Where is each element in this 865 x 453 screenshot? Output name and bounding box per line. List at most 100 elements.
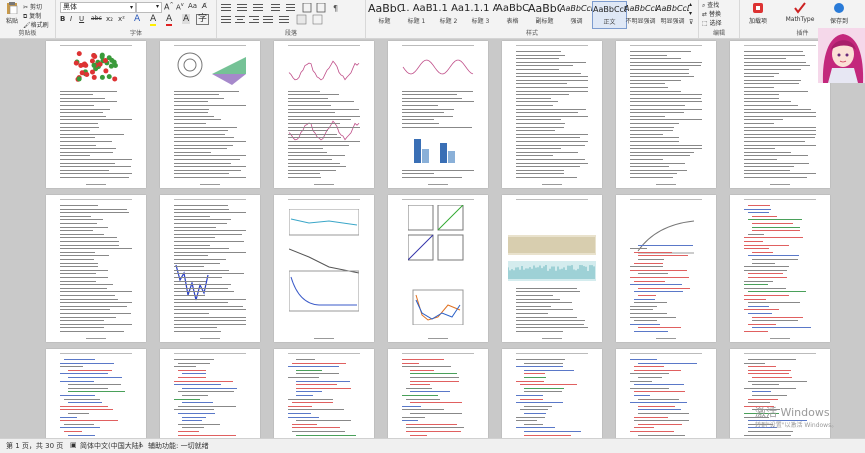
cut-button[interactable]: ✂ 剪切 [23, 2, 42, 11]
style-sample: 1.1 AaB [432, 3, 465, 14]
status-bar: 第 1 页，共 30 页 ▣ 简体中文(中国大陆) ♿ 辅助功能: 一切就绪 [0, 438, 865, 453]
cloud-icon [834, 3, 844, 13]
subscript-button[interactable]: x₂ [106, 15, 113, 23]
addin-loadset-button[interactable]: 加载项 [746, 2, 770, 25]
change-case-button[interactable]: Aa [188, 2, 197, 10]
svg-text:¶: ¶ [333, 4, 338, 13]
style-sample: 1. AaBl [400, 3, 433, 14]
page-thumbnail[interactable] [46, 195, 146, 342]
clear-format-icon[interactable]: A̸ [202, 2, 207, 10]
style-name: 不明显强调 [625, 18, 656, 25]
activate-windows-watermark: 激活 Windows 转到"设置"以激活 Windows。 [755, 404, 837, 429]
document-multipage-view[interactable] [0, 39, 865, 438]
mathtype-label: MathType [785, 16, 815, 23]
style-name: 标题 1 [407, 18, 426, 25]
character-shading-button[interactable]: A [182, 14, 191, 24]
style-tile[interactable]: AaBbCcD 表格 [496, 1, 529, 27]
page-thumbnail[interactable] [730, 41, 830, 188]
style-name: 正文 [603, 19, 616, 26]
highlight-button[interactable]: A [150, 14, 157, 26]
page-thumbnail[interactable] [274, 195, 374, 342]
style-tile[interactable]: 1.1.1 Aa 标题 3 [464, 1, 497, 27]
paragraph-group-label: 段落 [284, 30, 297, 37]
editing-group: ⌕ 查找 ⇄ 替换 ⬚ 选择 编辑 [699, 0, 740, 38]
style-tile[interactable]: AaBbCcD 强调 [560, 1, 593, 27]
styles-scroll-down[interactable]: ▾ [689, 10, 692, 17]
grow-font-button[interactable]: A^ [164, 2, 174, 12]
mathtype-icon [794, 2, 806, 14]
enclose-char-icon[interactable]: 字 [196, 14, 210, 25]
italic-button[interactable]: I [70, 15, 72, 23]
font-size-dropdown[interactable]: ▾ [136, 2, 162, 13]
watermark-line-2: 转到"设置"以激活 Windows。 [755, 422, 838, 429]
page-thumbnail[interactable] [274, 349, 374, 438]
page-thumbnail[interactable] [616, 195, 716, 342]
accessibility-icon[interactable]: ♿ [138, 441, 144, 449]
style-name: 标题 3 [471, 18, 490, 25]
page-thumbnail[interactable] [388, 349, 488, 438]
find-label: 查找 [707, 2, 720, 9]
font-name-value: 黑体 [63, 3, 77, 11]
bold-button[interactable]: B [60, 15, 65, 23]
page-thumbnail[interactable] [388, 195, 488, 342]
mathtype-button[interactable]: MathType [780, 2, 820, 23]
paste-icon [7, 2, 18, 15]
style-name: 强调 [570, 18, 583, 25]
font-color-label: A [166, 14, 173, 26]
styles-scroll-up[interactable]: ▴ [689, 1, 692, 8]
cursor-icon: ⬚ [702, 20, 708, 27]
style-tile[interactable]: AaBbC 标题 [368, 1, 401, 27]
page-thumbnail[interactable] [160, 41, 260, 188]
style-sample: AaBbCcDc [593, 5, 626, 14]
page-thumbnail[interactable] [730, 195, 830, 342]
superscript-button[interactable]: x² [118, 15, 125, 23]
underline-button[interactable]: U [79, 15, 84, 23]
watermark-line-1: 激活 Windows [755, 406, 830, 419]
styles-more[interactable]: ⊽ [689, 19, 693, 26]
accessibility-status[interactable]: 辅助功能: 一切就绪 [148, 441, 209, 451]
addin-label-1: 加载项 [748, 18, 767, 25]
style-tile[interactable]: 1.1 AaB 标题 2 [432, 1, 465, 27]
page-thumbnail[interactable] [388, 41, 488, 188]
page-thumbnail[interactable] [46, 41, 146, 188]
paste-button[interactable]: 粘贴 [3, 2, 21, 25]
paragraph-tools-icons[interactable]: ¶ [221, 3, 361, 25]
page-thumbnail[interactable] [502, 195, 602, 342]
page-thumbnail[interactable] [502, 41, 602, 188]
shrink-font-button[interactable]: Av [176, 2, 184, 11]
clipboard-group: 粘贴 ✂ 剪切 ⧉ 复制 🖌格式刷 剪贴板 [0, 0, 56, 38]
style-tile[interactable]: AaBbCcDc 正文 [592, 1, 627, 29]
select-label: 选择 [709, 20, 722, 27]
style-tile[interactable]: AaBbCcDc 明显强调 [656, 1, 689, 27]
font-name-dropdown[interactable]: 黑体 ▾ [60, 2, 136, 13]
addin-icon [753, 3, 763, 13]
page-thumbnail[interactable] [616, 41, 716, 188]
style-sample: 1.1.1 Aa [464, 3, 497, 14]
page-thumbnail[interactable] [46, 349, 146, 438]
style-tile[interactable]: AaBbC 副标题 [528, 1, 561, 27]
paragraph-group: ¶ 段落 [217, 0, 366, 38]
strikethrough-button[interactable]: abc [91, 15, 102, 22]
editing-group-label: 编辑 [712, 30, 725, 37]
select-button[interactable]: ⬚ 选择 [702, 18, 722, 27]
language-status[interactable]: 简体中文(中国大陆) [80, 441, 141, 451]
page-thumbnail[interactable] [502, 349, 602, 438]
page-thumbnail[interactable] [160, 349, 260, 438]
page-count[interactable]: 第 1 页，共 30 页 [6, 441, 63, 451]
chevron-down-icon: ▾ [155, 3, 159, 10]
page-thumbnail[interactable] [160, 195, 260, 342]
proofing-icon[interactable]: ▣ [70, 441, 77, 449]
style-sample: AaBbC [368, 2, 401, 15]
paste-label: 粘贴 [5, 18, 18, 25]
font-color-button[interactable]: A [166, 14, 173, 26]
style-tile[interactable]: 1. AaBl 标题 1 [400, 1, 433, 27]
page-thumbnail[interactable] [616, 349, 716, 438]
font-group: 黑体 ▾ ▾ A^ Av Aa A̸ B I U abc x₂ x² A A A… [56, 0, 217, 38]
save-to-button[interactable]: 保存到 [824, 2, 854, 25]
text-effects-icon[interactable]: A [134, 14, 140, 24]
page-thumbnail[interactable] [274, 41, 374, 188]
style-name: 副标题 [535, 18, 554, 25]
replace-button[interactable]: ⇄ 替换 [702, 9, 721, 18]
style-tile[interactable]: AaBbCcDc 不明显强调 [624, 1, 657, 27]
style-sample: AaBbCcDc [624, 4, 657, 13]
